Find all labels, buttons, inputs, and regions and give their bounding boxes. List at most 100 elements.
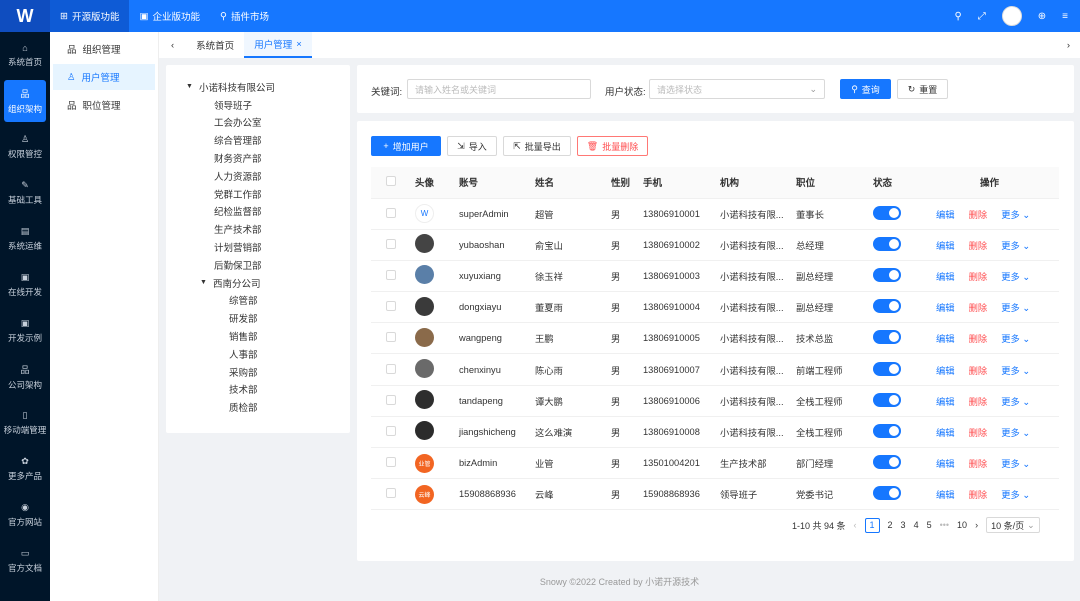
more-dropdown[interactable]: 更多 ⌄	[1001, 490, 1030, 500]
nav-item-1[interactable]: 品组织架构	[4, 80, 46, 122]
edit-link[interactable]: 编辑	[936, 428, 955, 438]
row-checkbox[interactable]	[386, 394, 396, 405]
edit-link[interactable]: 编辑	[936, 366, 955, 376]
more-dropdown[interactable]: 更多 ⌄	[1001, 303, 1030, 313]
tree-node-root[interactable]: ▼ 小诺科技有限公司	[166, 78, 350, 96]
user-avatar[interactable]	[1001, 6, 1022, 26]
batch-delete-button[interactable]: 🗑 批量删除	[577, 136, 648, 156]
more-dropdown[interactable]: 更多 ⌄	[1001, 397, 1030, 407]
tree-node[interactable]: 党群工作部	[166, 185, 350, 203]
tree-node[interactable]: 领导班子	[166, 96, 350, 114]
nav-item-6[interactable]: ▣ 开发示例	[0, 308, 50, 354]
more-dropdown[interactable]: 更多 ⌄	[1001, 459, 1030, 469]
row-checkbox[interactable]	[386, 207, 396, 218]
caret-down-icon[interactable]: ▼	[200, 279, 207, 286]
page-1[interactable]: 1	[864, 517, 880, 533]
submenu-users[interactable]: ♙ 用户管理	[53, 64, 155, 90]
page-2[interactable]: 2	[888, 520, 893, 530]
page-10[interactable]: 10	[957, 520, 967, 530]
tree-node[interactable]: 研发部	[166, 309, 350, 327]
close-icon[interactable]: ×	[296, 39, 302, 50]
delete-link[interactable]: 删除	[969, 490, 988, 500]
row-checkbox[interactable]	[386, 238, 396, 249]
prev-page-button[interactable]: ‹	[854, 520, 857, 530]
edit-link[interactable]: 编辑	[936, 334, 955, 344]
status-switch[interactable]	[873, 361, 901, 376]
status-switch[interactable]	[873, 486, 901, 501]
export-button[interactable]: ⇱ 批量导出	[503, 136, 571, 156]
tree-node[interactable]: 人力资源部	[166, 167, 350, 185]
tabs-prev-button[interactable]: ‹	[159, 32, 186, 58]
caret-down-icon[interactable]: ▼	[186, 83, 193, 90]
more-dropdown[interactable]: 更多 ⌄	[1001, 428, 1030, 438]
tree-node[interactable]: 综管部	[166, 292, 350, 310]
delete-link[interactable]: 删除	[969, 241, 988, 251]
nav-item-9[interactable]: ✿ 更多产品	[0, 446, 50, 492]
tree-node[interactable]: 采购部	[166, 363, 350, 381]
select-all-checkbox[interactable]	[386, 175, 396, 186]
submenu-positions[interactable]: 品职位管理	[53, 92, 155, 118]
status-switch[interactable]	[873, 236, 901, 251]
delete-link[interactable]: 删除	[969, 428, 988, 438]
nav-item-0[interactable]: ⌂ 系统首页	[0, 32, 50, 78]
tab-plugins[interactable]: ⚲ 插件市场	[210, 0, 279, 32]
status-switch[interactable]	[873, 205, 901, 220]
search-icon[interactable]: ⚲	[954, 11, 961, 22]
app-logo[interactable]: W	[0, 0, 50, 32]
row-checkbox[interactable]	[386, 332, 396, 343]
page-4[interactable]: 4	[914, 520, 919, 530]
tree-node[interactable]: 计划营销部	[166, 238, 350, 256]
tab-enterprise[interactable]: ▣ 企业版功能	[129, 0, 210, 32]
tree-node[interactable]: 技术部	[166, 381, 350, 399]
row-checkbox[interactable]	[386, 425, 396, 436]
tree-node[interactable]: 综合管理部	[166, 131, 350, 149]
menu-icon[interactable]: ≡	[1062, 11, 1068, 22]
nav-item-11[interactable]: ▭ 官方文档	[0, 538, 50, 584]
tree-node[interactable]: 销售部	[166, 327, 350, 345]
tab-open-source[interactable]: ⊞ 开源版功能	[50, 0, 130, 32]
edit-link[interactable]: 编辑	[936, 397, 955, 407]
tree-node[interactable]: 质检部	[166, 398, 350, 416]
reset-button[interactable]: ↻ 重置	[897, 79, 948, 99]
row-checkbox[interactable]	[386, 363, 396, 374]
row-checkbox[interactable]	[386, 457, 396, 468]
status-switch[interactable]	[873, 299, 901, 314]
submenu-org[interactable]: 品组织管理	[53, 36, 155, 62]
row-checkbox[interactable]	[386, 301, 396, 312]
tree-node[interactable]: 工会办公室	[166, 114, 350, 132]
edit-link[interactable]: 编辑	[936, 303, 955, 313]
delete-link[interactable]: 删除	[969, 303, 988, 313]
status-switch[interactable]	[873, 455, 901, 470]
page-ellipsis[interactable]: •••	[940, 520, 949, 530]
tabs-next-button[interactable]: ›	[1057, 32, 1080, 58]
tree-node[interactable]: 财务资产部	[166, 149, 350, 167]
tab-user-management[interactable]: 用户管理 ×	[244, 32, 312, 58]
more-dropdown[interactable]: 更多 ⌄	[1001, 272, 1030, 282]
tab-home[interactable]: 系统首页	[186, 32, 244, 58]
row-checkbox[interactable]	[386, 269, 396, 280]
tree-node[interactable]: 人事部	[166, 345, 350, 363]
more-dropdown[interactable]: 更多 ⌄	[1001, 334, 1030, 344]
status-switch[interactable]	[873, 392, 901, 407]
query-button[interactable]: ⚲ 查询	[840, 79, 891, 99]
next-page-button[interactable]: ›	[975, 520, 978, 530]
nav-item-10[interactable]: ◉ 官方网站	[0, 492, 50, 538]
delete-link[interactable]: 删除	[969, 272, 988, 282]
page-5[interactable]: 5	[927, 520, 932, 530]
tree-node[interactable]: 纪检监督部	[166, 203, 350, 221]
delete-link[interactable]: 删除	[969, 334, 988, 344]
page-3[interactable]: 3	[901, 520, 906, 530]
delete-link[interactable]: 删除	[969, 397, 988, 407]
edit-link[interactable]: 编辑	[936, 210, 955, 220]
page-size-select[interactable]: 10 条/页 ⌄	[986, 517, 1040, 533]
edit-link[interactable]: 编辑	[936, 459, 955, 469]
edit-link[interactable]: 编辑	[936, 490, 955, 500]
delete-link[interactable]: 删除	[969, 459, 988, 469]
nav-item-3[interactable]: ✎ 基础工具	[0, 170, 50, 216]
more-dropdown[interactable]: 更多 ⌄	[1001, 241, 1030, 251]
add-user-button[interactable]: + 增加用户	[371, 136, 441, 156]
more-dropdown[interactable]: 更多 ⌄	[1001, 210, 1030, 220]
keyword-input[interactable]: 请输入姓名或关键词	[407, 79, 591, 99]
nav-item-7[interactable]: 品公司架构	[0, 354, 50, 400]
edit-link[interactable]: 编辑	[936, 241, 955, 251]
